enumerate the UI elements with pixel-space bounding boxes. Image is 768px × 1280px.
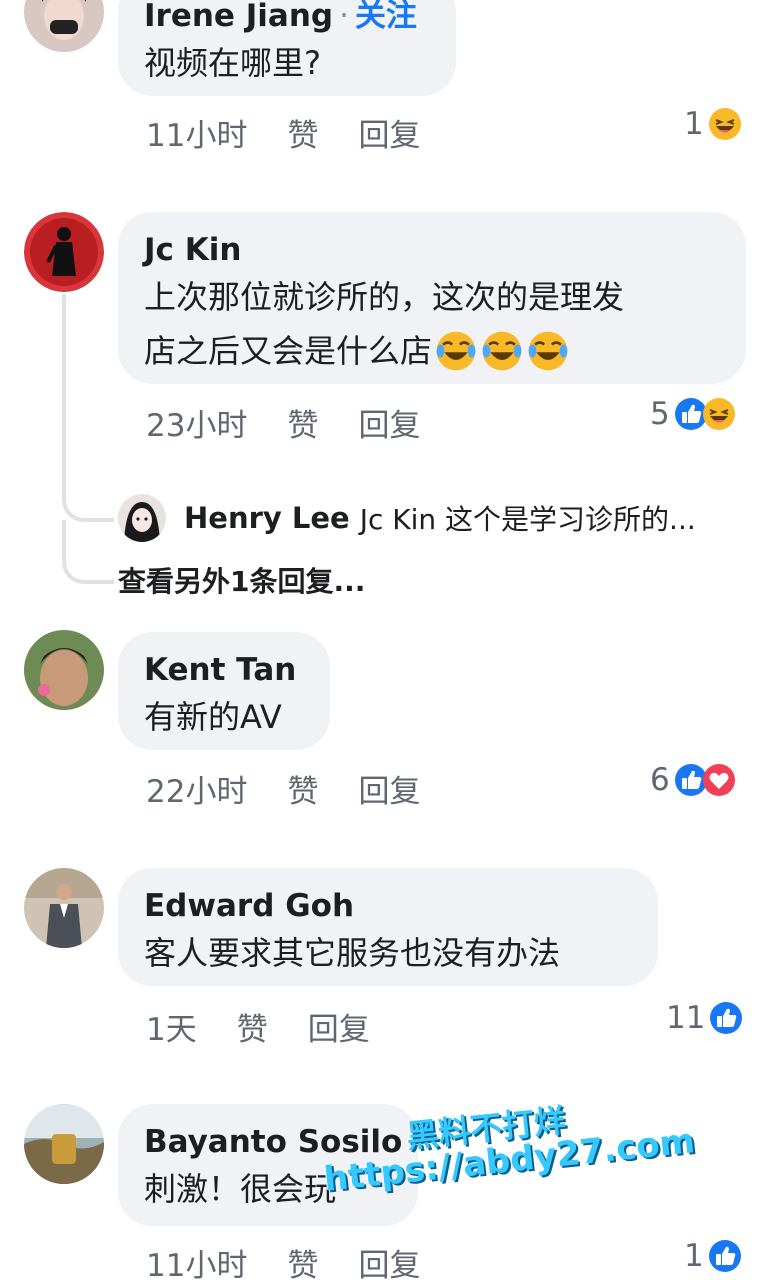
reaction-count: 6 [650,762,670,798]
author-name[interactable]: Edward Goh [144,886,632,926]
reaction-count: 1 [684,1238,704,1274]
reaction-count: 1 [684,106,704,142]
comment-bubble: Jc Kin 上次那位就诊所的，这次的是理发 店之后又会是什么店 [118,212,746,384]
thread-connector-curve [62,520,114,584]
comment-meta: 22小时 赞 回复 [146,766,460,811]
reaction-summary[interactable]: 1 [684,1236,742,1276]
comment-meta: 11小时 赞 回复 [146,110,460,155]
comment-text-line: 上次那位就诊所的，这次的是理发 [144,278,625,316]
author-name[interactable]: Irene Jiang [144,0,333,34]
reaction-count: 11 [666,1000,706,1036]
follow-button[interactable]: 关注 [355,0,417,34]
comment-time[interactable]: 11小时 [146,118,247,154]
comment-bubble: Edward Goh 客人要求其它服务也没有办法 [118,868,658,986]
crying-laughing-emoji-icon [480,329,524,373]
comment-author[interactable]: Irene Jiang · 关注 [144,0,430,36]
crying-laughing-emoji-icon [434,329,478,373]
thread-reply-preview[interactable]: Henry Lee Jc Kin 这个是学习诊所的... [118,494,696,542]
reply-button[interactable]: 回复 [308,1012,370,1048]
reaction-summary[interactable]: 1 [684,104,742,144]
comment-text: 有新的AV [144,698,282,736]
like-button[interactable]: 赞 [287,774,318,810]
separator-dot: · [339,0,349,34]
reply-text: Jc Kin 这个是学习诊所的... [359,503,696,536]
comment-time[interactable]: 11小时 [146,1248,247,1280]
thread-connector [62,294,66,490]
avatar[interactable] [24,212,104,292]
avatar[interactable] [24,868,104,948]
avatar[interactable] [24,1104,104,1184]
comment-text: 客人要求其它服务也没有办法 [144,934,561,972]
comment-text-line: 店之后又会是什么店 [144,324,720,378]
comment-time[interactable]: 1天 [146,1012,197,1048]
thread-connector-curve [62,488,114,522]
view-more-replies-link[interactable]: 查看另外1条回复... [118,560,365,600]
like-button[interactable]: 赞 [287,1248,318,1280]
haha-icon [702,397,736,431]
comment-bubble: Irene Jiang · 关注 视频在哪里? [118,0,456,96]
like-button[interactable]: 赞 [287,118,318,154]
avatar[interactable] [24,630,104,710]
like-button[interactable]: 赞 [237,1012,268,1048]
reply-button[interactable]: 回复 [358,774,420,810]
reply-author[interactable]: Henry Lee [184,501,350,535]
reply-button[interactable]: 回复 [358,118,420,154]
comment-bubble: Kent Tan 有新的AV [118,632,330,750]
comment-meta: 23小时 赞 回复 [146,400,460,445]
author-name[interactable]: Jc Kin [144,230,720,270]
haha-icon [708,107,742,141]
reaction-count: 5 [650,396,670,432]
comment-meta: 1天 赞 回复 [146,1004,410,1049]
reply-button[interactable]: 回复 [358,1248,420,1280]
love-icon [702,763,736,797]
like-button[interactable]: 赞 [287,408,318,444]
comment-text: 视频在哪里? [144,44,321,82]
reply-button[interactable]: 回复 [358,408,420,444]
like-icon [708,1239,742,1273]
comment-feed: Irene Jiang · 关注 视频在哪里? 11小时赞回复 1 Jc Kin 上… [0,0,768,1280]
reaction-summary[interactable]: 6 [650,760,736,800]
like-icon [709,1001,743,1035]
comment-time[interactable]: 22小时 [146,774,247,810]
avatar[interactable] [24,0,104,52]
comment-meta: 11小时 赞 回复 [146,1240,460,1280]
reaction-summary[interactable]: 5 [650,394,736,434]
crying-laughing-emoji-icon [526,329,570,373]
comment-text-content: 店之后又会是什么店 [144,332,433,370]
avatar[interactable] [118,494,166,542]
reaction-summary[interactable]: 11 [666,998,743,1038]
author-name[interactable]: Kent Tan [144,650,304,690]
comment-time[interactable]: 23小时 [146,408,247,444]
